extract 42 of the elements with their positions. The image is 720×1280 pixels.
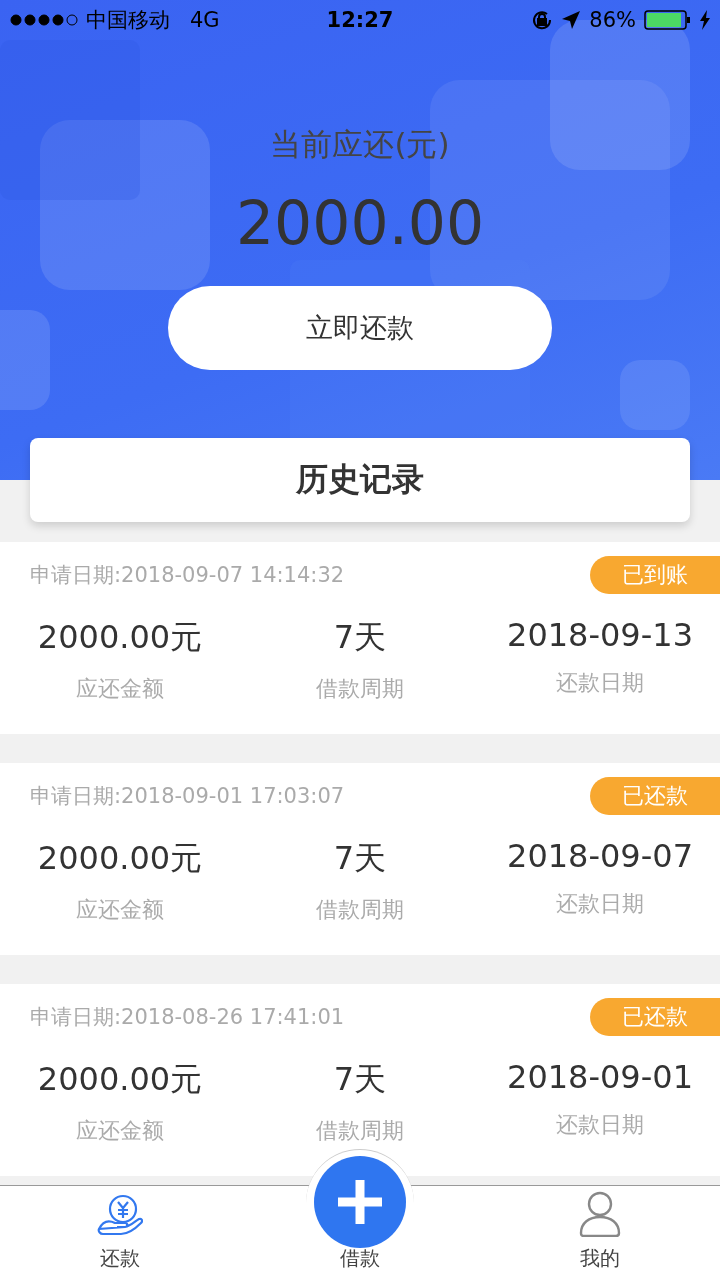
status-badge: 已还款 bbox=[590, 998, 720, 1036]
period-label: 借款周期 bbox=[316, 1117, 404, 1145]
apply-date: 申请日期:2018-09-01 17:03:07 bbox=[30, 783, 345, 810]
charging-icon bbox=[700, 10, 710, 30]
add-button[interactable] bbox=[314, 1156, 406, 1248]
signal-icon bbox=[10, 14, 78, 26]
tab-label[interactable]: 我的 bbox=[580, 1245, 620, 1272]
apply-date: 申请日期:2018-08-26 17:41:01 bbox=[30, 1004, 345, 1031]
tab-label[interactable]: 还款 bbox=[100, 1245, 140, 1272]
network-type: 4G bbox=[190, 8, 220, 32]
carrier-name: 中国移动 bbox=[86, 7, 170, 34]
amount-label: 应还金额 bbox=[76, 1117, 164, 1145]
battery-percent: 86% bbox=[589, 8, 636, 32]
apply-date: 申请日期:2018-09-07 14:14:32 bbox=[30, 562, 345, 589]
due-label: 还款日期 bbox=[556, 669, 644, 697]
period-label: 借款周期 bbox=[316, 675, 404, 703]
due-date: 2018-09-01 bbox=[507, 1058, 693, 1096]
repay-amount: 2000.00元 bbox=[37, 617, 203, 658]
location-arrow-icon bbox=[561, 10, 582, 30]
rotation-lock-icon bbox=[531, 9, 554, 31]
clock-time: 12:27 bbox=[326, 8, 394, 32]
period-label: 借款周期 bbox=[316, 896, 404, 924]
due-label: 还款日期 bbox=[556, 890, 644, 918]
amount-label: 应还金额 bbox=[76, 675, 164, 703]
loan-period: 7天 bbox=[333, 1059, 387, 1100]
balance-title: 当前应还(元) bbox=[270, 125, 450, 164]
amount-label: 应还金额 bbox=[76, 896, 164, 924]
due-label: 还款日期 bbox=[556, 1111, 644, 1139]
tab-label[interactable]: 借款 bbox=[340, 1245, 380, 1272]
balance-amount: 2000.00 bbox=[235, 188, 485, 258]
repay-amount: 2000.00元 bbox=[37, 1059, 203, 1100]
due-date: 2018-09-07 bbox=[507, 837, 693, 875]
loan-period: 7天 bbox=[333, 617, 387, 658]
repay-amount: 2000.00元 bbox=[37, 838, 203, 879]
history-title-card: 历史记录 bbox=[30, 438, 690, 522]
plus-icon bbox=[335, 1177, 385, 1227]
status-badge: 已到账 bbox=[590, 556, 720, 594]
due-date: 2018-09-13 bbox=[507, 616, 693, 654]
loan-period: 7天 bbox=[333, 838, 387, 879]
repay-now-button[interactable]: 立即还款 bbox=[168, 286, 552, 370]
status-badge: 已还款 bbox=[590, 777, 720, 815]
battery-icon bbox=[644, 9, 692, 31]
